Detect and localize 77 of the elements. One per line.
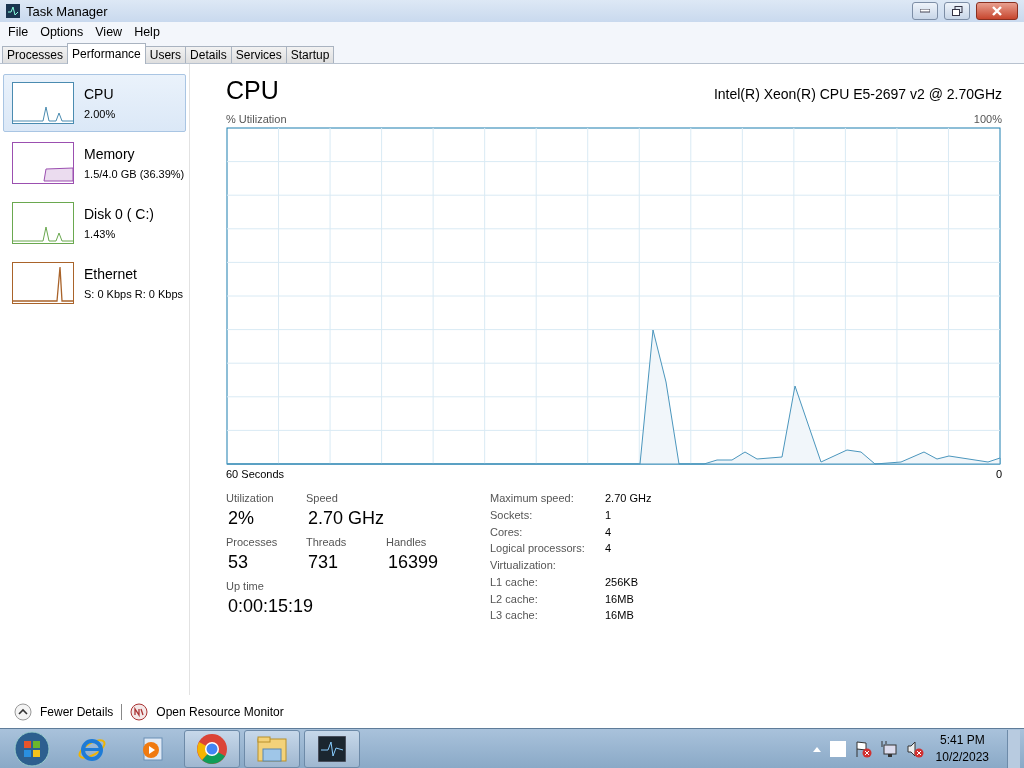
- stat-value: 2.70 GHz: [308, 508, 385, 529]
- network-icon[interactable]: [879, 739, 898, 758]
- flag-error-icon[interactable]: [853, 739, 872, 758]
- fewer-details-link[interactable]: Fewer Details: [40, 705, 114, 719]
- menu-item[interactable]: View: [89, 24, 129, 39]
- resource-value: 2.00%: [84, 108, 116, 120]
- detail-label: Cores:: [490, 525, 524, 539]
- app-icon: [6, 4, 20, 18]
- detail-value: 1: [605, 508, 612, 521]
- stat-value: 16399: [388, 552, 439, 573]
- axis-max: 100%: [973, 113, 1002, 125]
- panel-title: CPU: [226, 76, 279, 105]
- resource-name: Memory: [84, 146, 136, 162]
- close-button[interactable]: [976, 2, 1018, 20]
- sidebar-item[interactable]: CPU 2.00%: [3, 74, 186, 132]
- stat-label: Processes: [226, 536, 279, 548]
- collapse-icon[interactable]: [14, 703, 32, 721]
- detail-value: 4: [605, 542, 612, 555]
- axis-label: % Utilization: [226, 113, 287, 125]
- stat-label: Speed: [306, 492, 339, 504]
- stat-value: 731: [308, 552, 339, 573]
- stat-label: Utilization: [226, 492, 275, 504]
- monitor-icon: [130, 703, 149, 721]
- window-title: Task Manager: [26, 3, 108, 19]
- close-icon: [991, 6, 1003, 16]
- resource-name: Disk 0 ( C:): [84, 206, 154, 222]
- stat-label: Handles: [386, 536, 428, 548]
- detail-value: 256KB: [605, 575, 639, 588]
- minimize-icon: [920, 9, 930, 13]
- stat-value: 53: [228, 552, 249, 573]
- sidebar-item[interactable]: Memory 1.5/4.0 GB (36.39%): [3, 134, 186, 192]
- resource-name: Ethernet: [84, 266, 138, 282]
- axis-min: 0: [995, 468, 1002, 480]
- square-icon[interactable]: [829, 740, 846, 757]
- menu-item[interactable]: File: [2, 24, 35, 39]
- resource-value: 1.43%: [84, 228, 117, 240]
- taskbar-task-manager-icon[interactable]: [304, 729, 360, 768]
- stat-label: Up time: [226, 580, 265, 592]
- detail-value: 4: [605, 525, 612, 538]
- detail-label: Logical processors:: [490, 542, 586, 555]
- detail-label: Maximum speed:: [490, 492, 575, 505]
- tab[interactable]: Details: [185, 46, 232, 63]
- detail-label: L3 cache:: [490, 609, 539, 622]
- sidebar-item[interactable]: Disk 0 ( C:) 1.43%: [3, 194, 186, 252]
- tab[interactable]: Users: [144, 46, 187, 63]
- detail-label: L1 cache:: [490, 575, 539, 589]
- detail-value: 16MB: [605, 592, 634, 605]
- resource-monitor-link[interactable]: Open Resource Monitor: [156, 705, 284, 719]
- tab[interactable]: Processes: [2, 46, 69, 63]
- windows-orb-icon: [14, 730, 50, 767]
- processor-model: Intel(R) Xeon(R) CPU E5-2697 v2 @ 2.70GHz: [713, 86, 1002, 102]
- stat-value: 2%: [228, 508, 254, 529]
- detail-value: 16MB: [605, 609, 634, 622]
- detail-label: Virtualization:: [490, 559, 557, 572]
- detail-label: Sockets:: [490, 508, 534, 522]
- resource-value: S: 0 Kbps R: 0 Kbps: [84, 288, 184, 300]
- restore-icon: [951, 6, 963, 16]
- minimize-button[interactable]: [912, 2, 938, 20]
- show-desktop-button[interactable]: [1007, 729, 1020, 768]
- restore-button[interactable]: [944, 2, 970, 20]
- tab[interactable]: Services: [230, 46, 287, 63]
- speaker-muted-icon[interactable]: [905, 739, 924, 758]
- stat-label: Threads: [306, 536, 348, 548]
- detail-label: L2 cache:: [490, 592, 539, 606]
- resource-name: CPU: [84, 86, 115, 102]
- menu-item[interactable]: Help: [128, 24, 166, 39]
- tab[interactable]: Startup: [285, 46, 335, 63]
- time-span-label: 60 Seconds: [226, 468, 285, 480]
- tab[interactable]: Performance: [67, 43, 146, 64]
- clock-time[interactable]: 5:41 PM: [939, 733, 985, 747]
- sidebar-item[interactable]: Ethernet S: 0 Kbps R: 0 Kbps: [3, 254, 186, 312]
- stat-value: 0:00:15:19: [228, 596, 314, 617]
- clock-date[interactable]: 10/2/2023: [935, 750, 989, 764]
- taskbar-chrome-icon[interactable]: [184, 729, 240, 768]
- detail-value: 2.70 GHz: [605, 492, 652, 504]
- resource-value: 1.5/4.0 GB (36.39%): [84, 168, 185, 180]
- menu-item[interactable]: Options: [34, 24, 90, 39]
